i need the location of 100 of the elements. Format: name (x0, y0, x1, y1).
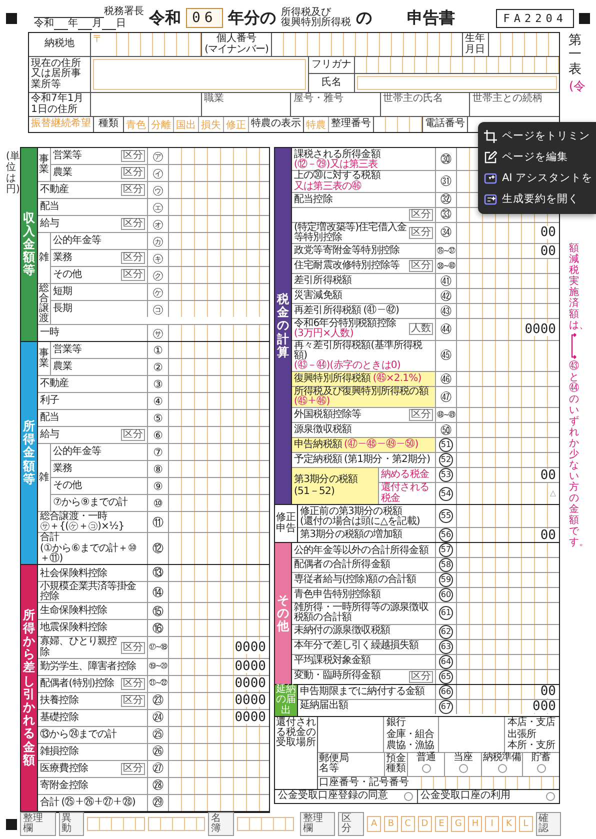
field-label: 世帯主の氏名 (382, 94, 444, 104)
type-option: 特農 (304, 117, 329, 132)
check-circle[interactable] (546, 792, 555, 802)
row-label: 給与 (40, 218, 60, 230)
branch-type: 本所・支所 (508, 740, 555, 752)
row-number: ④ (153, 396, 163, 406)
unit-note: (単位は円) (6, 151, 20, 195)
menu-item[interactable]: 生成要約を開く (478, 189, 596, 210)
bracket-arrow-icon (571, 333, 577, 359)
field-label: 特農の表示 (251, 119, 301, 130)
field-label: 郵便局名等 (318, 752, 350, 776)
row-label: 扶養控除 (40, 696, 78, 706)
row-number: ㉞ (440, 227, 452, 238)
row-label: 配当 (40, 202, 60, 212)
row-number: ㋔ (152, 218, 164, 230)
group-label: 事業 (39, 154, 49, 174)
row-number: ㉕ (152, 729, 164, 740)
digit-boxes (148, 817, 205, 831)
registration-mark (6, 818, 17, 830)
formula-note: (㊶－㊷) (363, 306, 400, 316)
radio-button[interactable] (498, 764, 506, 774)
footer-label: 区分 (338, 812, 364, 836)
row-number: ㉚ (440, 154, 452, 165)
row-number: ㊿ (440, 424, 452, 436)
row-number: ㊸ (440, 306, 452, 317)
menu-item[interactable]: ページを編集 (478, 147, 596, 168)
division-box: 区分 (121, 252, 145, 264)
row-number: ① (153, 344, 163, 356)
row-label: 青色申告特別控除額 (294, 590, 380, 600)
formula-note: (第1期分・第2期分) (344, 455, 430, 466)
row-number: 52 (439, 453, 453, 468)
row-label: 寡婦、ひとり親控除 (40, 637, 118, 658)
row-label: ⑬から㉔までの計 (40, 730, 117, 740)
division-box: 区分 (121, 150, 145, 162)
row-label: 平均課税対象金額 (294, 656, 371, 667)
division-box: 区分 (409, 409, 433, 422)
menu-item[interactable]: AI アシスタントを (478, 168, 596, 189)
radio-button[interactable] (422, 764, 430, 774)
field-label: フリガナ (312, 60, 352, 70)
registration-mark (579, 12, 590, 24)
row-label: 申告納税額 (294, 440, 342, 451)
field-label: 職業 (204, 94, 225, 104)
row-label: 農業 (53, 168, 72, 178)
row-number: ㊺ (440, 350, 452, 362)
postal-mark: 〒 (92, 33, 104, 47)
consent-label: 公金受取口座登録の同意 (278, 791, 388, 802)
group-label: 総合譲渡 (39, 284, 49, 324)
office-label: 税務署長 (104, 7, 144, 18)
row-number: ㋕ (152, 236, 164, 246)
footer-label: 整理欄 (300, 812, 336, 836)
row-number: ㊶ (440, 276, 452, 287)
row-label: 小規模企業共済等掛金控除 (40, 582, 138, 602)
row-label: 納める税金 (381, 470, 430, 481)
footer-label: 名簿 (208, 812, 234, 836)
group-label: 雑 (39, 253, 49, 263)
bank-type: 金庫・組合 (386, 728, 434, 740)
row-label: 上の㉚に対する税額 (294, 171, 380, 182)
row-label: 令和6年分特別税額控除 (294, 319, 396, 330)
radio-button[interactable] (536, 764, 546, 774)
division-box: 区分 (121, 167, 145, 179)
formula-note: (㊺＋㊻) (294, 397, 330, 408)
branch-type: 本店・支店 (508, 717, 555, 728)
division-box: 人数 (409, 323, 433, 336)
row-label: 雑損控除 (40, 746, 78, 757)
check-circle[interactable] (404, 792, 412, 802)
row-number: 65 (439, 670, 453, 684)
formula-note: 又は第三表の㊻ (294, 182, 362, 192)
digit-boxes (236, 817, 294, 831)
footer-label: 確認 (536, 812, 562, 836)
row-number: 57 (439, 543, 453, 558)
date-label: 令和 (34, 19, 54, 30)
formula-note: (①から⑥までの計＋⑩＋⑪) (40, 544, 138, 564)
radio-button[interactable] (458, 764, 468, 774)
formula-note: ㋚＋{(㋘＋㋙)×½} (40, 522, 124, 532)
division-box: 区分 (409, 260, 433, 272)
row-number: ㊻ (440, 374, 452, 385)
date-label: 月 (92, 19, 102, 30)
row-label: 医療費控除 (40, 764, 88, 774)
row-label: 営業等 (53, 344, 82, 356)
row-label: 業務 (53, 252, 72, 264)
assistant-icon (484, 172, 497, 185)
field-label: 整理番号 (331, 119, 371, 130)
title-joiner: の (356, 10, 372, 26)
form-title: 申告書 (406, 10, 455, 26)
row-number: ㉝ (440, 209, 452, 220)
row-number: ㊷ (440, 290, 452, 302)
row-label: 再々差引所得税額(基準所得税額) (294, 340, 424, 361)
row-label: 業務 (53, 464, 72, 474)
row-label: 公的年金等 (53, 236, 102, 246)
sheet-label: 第一表 (568, 34, 582, 77)
era-label: 令和 (149, 10, 181, 26)
row-label: 政党等寄附金等特別控除 (294, 246, 400, 256)
row-label: 課税される所得金額 (294, 150, 380, 160)
placeholder-mark: △ (548, 488, 557, 499)
field-label: 屋号・雅号 (293, 94, 344, 104)
row-label: 勤労学生、障害者控除 (40, 662, 136, 672)
row-number: ㋗ (152, 270, 164, 280)
menu-item[interactable]: ページをトリミン (478, 126, 596, 147)
row-label: 給与 (40, 430, 60, 440)
date-label: 年 (68, 19, 78, 30)
